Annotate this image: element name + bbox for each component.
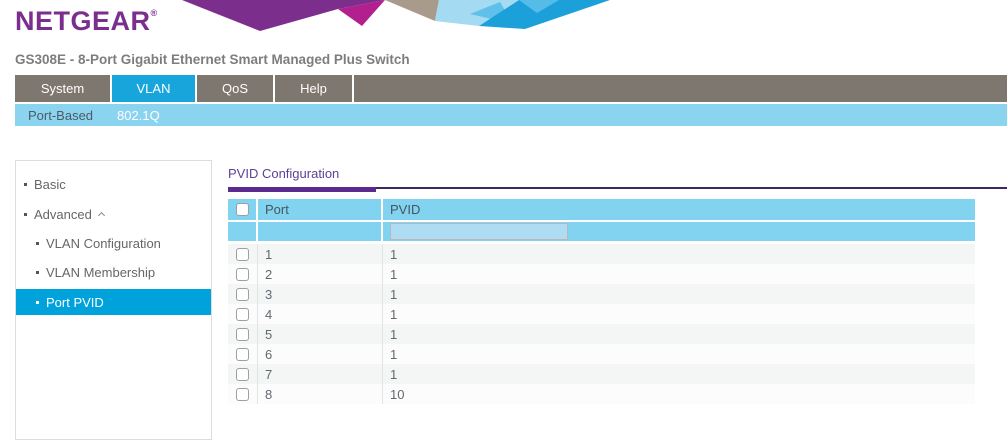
chevron-up-icon	[98, 212, 105, 219]
checkbox-cell	[228, 324, 258, 344]
row-checkbox[interactable]	[236, 388, 249, 401]
pvid-cell: 10	[383, 384, 975, 404]
subnav-item-8021q[interactable]: 802.1Q	[117, 108, 160, 123]
checkbox-cell	[228, 244, 258, 264]
bullet-icon	[24, 213, 27, 216]
row-checkbox[interactable]	[236, 348, 249, 361]
registered-mark: ®	[151, 8, 158, 18]
pvid-cell: 1	[383, 244, 975, 264]
pvid-input-cell	[383, 222, 975, 244]
sidebar-item-label: VLAN Configuration	[46, 236, 161, 251]
port-cell: 3	[258, 284, 383, 304]
column-header-port: Port	[258, 199, 383, 222]
row-checkbox[interactable]	[236, 308, 249, 321]
pvid-cell: 1	[383, 324, 975, 344]
port-cell: 4	[258, 304, 383, 324]
main-nav: System VLAN QoS Help	[15, 75, 1007, 102]
sidebar-item-basic[interactable]: Basic	[16, 169, 211, 199]
port-cell: 1	[258, 244, 383, 264]
table-header-row: Port PVID	[228, 199, 975, 222]
bullet-icon	[24, 183, 27, 186]
column-header-pvid: PVID	[383, 199, 975, 222]
checkbox-cell	[228, 304, 258, 324]
tab-system[interactable]: System	[15, 75, 110, 102]
bullet-icon	[36, 301, 39, 304]
table-row: 4 1	[228, 304, 975, 324]
table-row: 2 1	[228, 264, 975, 284]
table-row: 3 1	[228, 284, 975, 304]
checkbox-cell	[228, 264, 258, 284]
page-header: NETGEAR® GS308E - 8-Port Gigabit Etherne…	[0, 0, 1007, 75]
sidebar-item-label: Port PVID	[46, 295, 104, 310]
sidebar: Basic Advanced VLAN Configuration VLAN M…	[15, 160, 212, 440]
pvid-input[interactable]	[390, 223, 568, 240]
bullet-icon	[36, 271, 39, 274]
pvid-table: Port PVID 1 1	[228, 199, 975, 404]
row-checkbox[interactable]	[236, 288, 249, 301]
subnav-item-port-based[interactable]: Port-Based	[28, 108, 93, 123]
nav-filler	[354, 75, 1007, 102]
row-checkbox[interactable]	[236, 268, 249, 281]
title-underline	[228, 187, 1007, 192]
sidebar-item-port-pvid[interactable]: Port PVID	[16, 289, 211, 315]
port-cell: 2	[258, 264, 383, 284]
pvid-cell: 1	[383, 364, 975, 384]
sidebar-item-label: VLAN Membership	[46, 265, 155, 280]
pvid-cell: 1	[383, 344, 975, 364]
checkbox-cell	[228, 284, 258, 304]
tab-help[interactable]: Help	[275, 75, 352, 102]
port-cell: 6	[258, 344, 383, 364]
select-all-checkbox[interactable]	[236, 203, 249, 216]
tab-vlan[interactable]: VLAN	[112, 75, 195, 102]
checkbox-cell	[228, 344, 258, 364]
pvid-cell: 1	[383, 264, 975, 284]
row-checkbox[interactable]	[236, 248, 249, 261]
row-checkbox[interactable]	[236, 368, 249, 381]
title-underline-thick	[228, 187, 376, 192]
row-checkbox[interactable]	[236, 328, 249, 341]
sidebar-item-vlan-configuration[interactable]: VLAN Configuration	[16, 229, 211, 258]
checkbox-cell	[228, 364, 258, 384]
table-row: 8 10	[228, 384, 975, 404]
port-cell: 5	[258, 324, 383, 344]
port-cell: 7	[258, 364, 383, 384]
content-area: Basic Advanced VLAN Configuration VLAN M…	[15, 160, 1007, 440]
table-row: 6 1	[228, 344, 975, 364]
sidebar-item-label: Basic	[34, 177, 66, 192]
netgear-logo: NETGEAR®	[15, 6, 158, 37]
select-all-cell	[228, 199, 258, 222]
page-title: PVID Configuration	[228, 166, 1007, 181]
sidebar-item-advanced[interactable]: Advanced	[16, 199, 211, 229]
port-cell: 8	[258, 384, 383, 404]
checkbox-cell	[228, 384, 258, 404]
device-title: GS308E - 8-Port Gigabit Ethernet Smart M…	[15, 52, 410, 67]
input-row-spacer	[258, 222, 383, 244]
table-row: 1 1	[228, 244, 975, 264]
table-input-row	[228, 222, 975, 244]
input-row-spacer	[228, 222, 258, 244]
bullet-icon	[36, 242, 39, 245]
table-row: 7 1	[228, 364, 975, 384]
vlan-subnav: Port-Based 802.1Q	[15, 104, 1007, 126]
pvid-cell: 1	[383, 284, 975, 304]
main-panel: PVID Configuration Port PVID	[228, 160, 1007, 404]
sidebar-item-vlan-membership[interactable]: VLAN Membership	[16, 258, 211, 287]
banner-decoration	[178, 0, 620, 31]
sidebar-item-label: Advanced	[34, 207, 92, 222]
table-row: 5 1	[228, 324, 975, 344]
pvid-cell: 1	[383, 304, 975, 324]
tab-qos[interactable]: QoS	[197, 75, 273, 102]
